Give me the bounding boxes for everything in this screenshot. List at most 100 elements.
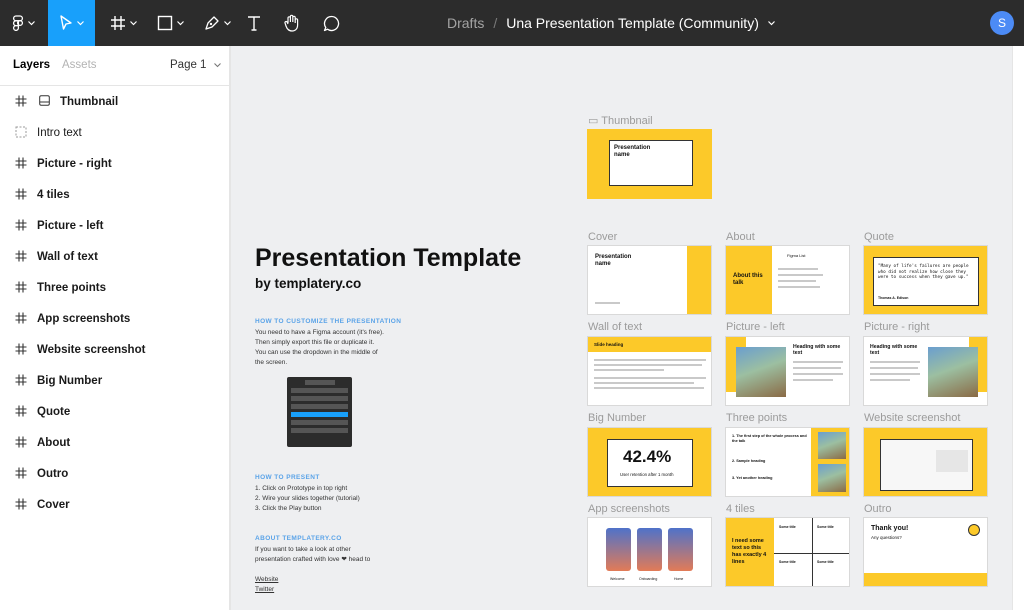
frame-label-apps[interactable]: App screenshots (588, 503, 670, 515)
text-icon (248, 16, 260, 31)
rectangle-icon (157, 15, 172, 31)
frame-label-tiles[interactable]: 4 tiles (726, 503, 755, 515)
frame-icon (14, 249, 28, 263)
frame-about[interactable]: About this talk Figma List (725, 245, 850, 315)
layer-row[interactable]: App screenshots (0, 303, 229, 334)
customize-line: Then simply export this file or duplicat… (255, 339, 375, 346)
app-caption: Home (674, 577, 684, 581)
frame-big-number[interactable]: 42.4% User retention after 1 month (587, 427, 712, 497)
breadcrumb: Drafts / Una Presentation Template (Comm… (447, 0, 775, 46)
thumbnail-icon: ▭ (588, 115, 602, 127)
layer-row[interactable]: Cover (0, 489, 229, 520)
frame-three-points[interactable]: 1. The first step of the whole process a… (725, 427, 850, 497)
layer-label: Big Number (37, 374, 103, 387)
layer-row[interactable]: Big Number (0, 365, 229, 396)
frame-label-cover[interactable]: Cover (588, 231, 617, 243)
frame-outro[interactable]: Thank you! Any questions? (863, 517, 988, 587)
twitter-link[interactable]: Twitter (255, 586, 274, 593)
layers-panel: Layers Assets Page 1 Thumbnail Intro text… (0, 46, 230, 610)
frame-label-picleft[interactable]: Picture - left (726, 321, 785, 333)
heading-about: ABOUT TEMPLATERY.CO (255, 535, 342, 542)
frame-label-thumbnail[interactable]: ▭ Thumbnail (588, 114, 653, 127)
comment-tool-button[interactable] (317, 0, 345, 46)
frame-label-about[interactable]: About (726, 231, 755, 243)
customize-line: You need to have a Figma account (it's f… (255, 329, 384, 336)
three-p2: 2. Sample heading (732, 459, 766, 463)
layer-row[interactable]: Picture - right (0, 148, 229, 179)
layer-label: Intro text (37, 126, 82, 139)
shape-tool-button[interactable] (147, 0, 193, 46)
frame-4-tiles[interactable]: I need some text so this has exactly 4 l… (725, 517, 850, 587)
layer-row[interactable]: Quote (0, 396, 229, 427)
layer-row[interactable]: Website screenshot (0, 334, 229, 365)
dashed-frame-icon (14, 125, 28, 139)
move-tool-button[interactable] (48, 0, 95, 46)
photo (818, 432, 846, 459)
page-selector[interactable]: Page 1 (170, 59, 221, 71)
frame-quote[interactable]: "Many of life's failures are people who … (863, 245, 988, 315)
big-number-value: 42.4% (623, 447, 672, 466)
layer-label: Website screenshot (37, 343, 146, 356)
phone-screenshot (668, 528, 693, 571)
canvas[interactable]: Presentation Template by templatery.co H… (231, 46, 1012, 610)
heading-customize: HOW TO CUSTOMIZE THE PRESENTATION (255, 318, 402, 325)
website-link[interactable]: Website (255, 576, 278, 583)
tab-assets[interactable]: Assets (62, 59, 97, 71)
frame-website-screenshot[interactable] (863, 427, 988, 497)
chevron-down-icon[interactable] (767, 20, 775, 26)
frame-label-quote[interactable]: Quote (864, 231, 894, 243)
frame-tool-button[interactable] (100, 0, 146, 46)
customize-line: the screen. (255, 359, 288, 366)
outro-title: Thank you! (871, 525, 909, 532)
app-caption: Onboarding (639, 577, 658, 581)
toolbar: Drafts / Una Presentation Template (Comm… (0, 0, 1024, 46)
frame-wall-of-text[interactable]: Slide heading (587, 336, 712, 406)
layer-label: App screenshots (37, 312, 131, 325)
frame-label-three[interactable]: Three points (726, 412, 787, 424)
tab-layers[interactable]: Layers (13, 59, 50, 71)
layer-row[interactable]: Wall of text (0, 241, 229, 272)
layer-label: About (37, 436, 71, 449)
hand-tool-button[interactable] (278, 0, 306, 46)
cover-title: Presentation name (595, 254, 632, 267)
frame-label-website[interactable]: Website screenshot (864, 412, 960, 424)
big-number-caption: User retention after 1 month (620, 472, 674, 477)
text-tool-button[interactable] (241, 0, 267, 46)
figma-logo-icon (12, 15, 23, 31)
file-name[interactable]: Una Presentation Template (Community) (506, 15, 759, 31)
main-menu-button[interactable] (0, 0, 46, 46)
pen-tool-button[interactable] (194, 0, 240, 46)
avatar[interactable]: S (990, 11, 1014, 35)
frame-picture-right[interactable]: Heading with some text (863, 336, 988, 406)
present-line: 2. Wire your slides together (tutorial) (255, 495, 360, 502)
heading-present: HOW TO PRESENT (255, 474, 320, 481)
layer-row[interactable]: About (0, 427, 229, 458)
frame-picture-left[interactable]: Heading with some text (725, 336, 850, 406)
chevron-down-icon (176, 20, 184, 25)
comment-icon (323, 15, 339, 31)
building-photo (928, 347, 978, 397)
move-cursor-icon (60, 15, 72, 30)
frame-label-bignum[interactable]: Big Number (588, 412, 646, 424)
frame-cover[interactable]: Presentation name (587, 245, 712, 315)
phone-screenshot (606, 528, 631, 571)
frame-label-outro[interactable]: Outro (864, 503, 892, 515)
layer-row[interactable]: Picture - left (0, 210, 229, 241)
about-side: Figma List (787, 253, 806, 258)
hand-icon (284, 14, 299, 32)
layer-row[interactable]: Three points (0, 272, 229, 303)
frame-label-wall[interactable]: Wall of text (588, 321, 642, 333)
frame-label-picright[interactable]: Picture - right (864, 321, 929, 333)
chevron-down-icon (77, 20, 84, 25)
layer-label: Wall of text (37, 250, 98, 263)
frame-icon (14, 373, 28, 387)
frame-app-screenshots[interactable]: Welcome Onboarding Home (587, 517, 712, 587)
doc-subtitle: by templatery.co (255, 276, 362, 291)
breadcrumb-drafts[interactable]: Drafts (447, 15, 484, 31)
layer-row[interactable]: Intro text (0, 117, 229, 148)
layer-row[interactable]: 4 tiles (0, 179, 229, 210)
layer-row[interactable]: Thumbnail (0, 86, 229, 117)
layer-row[interactable]: Outro (0, 458, 229, 489)
present-line: 3. Click the Play button (255, 505, 322, 512)
frame-thumbnail[interactable]: Presentation name (587, 129, 712, 199)
